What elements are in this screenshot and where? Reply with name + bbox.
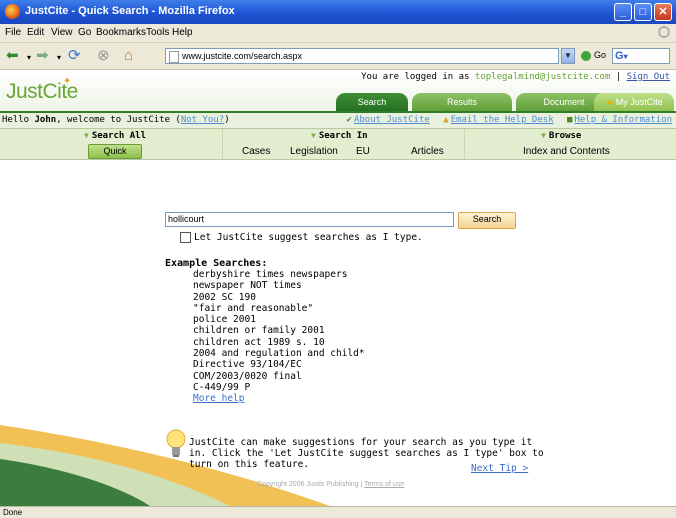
back-dropdown-icon[interactable]: ▾	[27, 49, 31, 67]
address-bar[interactable]: www.justcite.com/search.aspx	[165, 48, 559, 64]
logo-star-icon: ✦	[63, 76, 72, 87]
more-help-link[interactable]: More help	[193, 393, 365, 404]
user-name: John	[34, 115, 57, 125]
search-input[interactable]: hollicourt	[165, 212, 454, 227]
browse-heading[interactable]: ▼ Browse	[541, 131, 581, 141]
firefox-icon	[5, 4, 20, 19]
search-all-heading[interactable]: ▼ Search All	[84, 131, 146, 141]
example-searches-list: derbyshire times newspapers newspaper NO…	[193, 269, 365, 405]
minimize-button[interactable]: _	[614, 3, 632, 21]
search-all-column: ▼ Search All Quick	[0, 129, 223, 159]
example-item: newspaper NOT times	[193, 280, 302, 292]
close-button[interactable]: ✕	[654, 3, 672, 21]
menu-view[interactable]: View	[51, 27, 73, 38]
menu-file[interactable]: File	[5, 27, 21, 38]
example-item: 2004 and regulation and child*	[193, 348, 365, 360]
home-icon[interactable]: ⌂	[124, 47, 133, 65]
example-item: 2002 SC 190	[193, 291, 256, 303]
tab-my-justcite-label: My JustCite	[615, 97, 663, 107]
welcome-bar: Hello John, welcome to JustCite (Not You…	[0, 113, 676, 129]
logged-prefix: You are logged in as	[361, 72, 475, 82]
status-bar: Done	[0, 506, 676, 518]
star-icon: ★	[605, 97, 614, 107]
example-searches-heading: Example Searches:	[165, 258, 268, 269]
example-item: C-449/99 P	[193, 381, 251, 393]
example-item: "fair and reasonable"	[193, 302, 314, 314]
back-arrow-icon[interactable]: ⬅	[6, 47, 19, 65]
example-item: children act 1989 s. 10	[193, 336, 325, 348]
window-title-bar[interactable]: JustCite - Quick Search - Mozilla Firefo…	[0, 0, 676, 24]
address-dropdown-icon[interactable]: ▼	[561, 48, 575, 64]
copyright-text: Copyright 2006 Justis Publishing | Terms…	[257, 481, 405, 488]
forward-dropdown-icon[interactable]: ▾	[57, 49, 61, 67]
menu-item-cases[interactable]: Cases	[242, 146, 270, 157]
status-text: Done	[3, 508, 23, 517]
menu-bookmarks[interactable]: Bookmarks	[96, 27, 146, 38]
page-icon	[169, 51, 179, 63]
menu-tools[interactable]: Tools	[146, 27, 169, 38]
search-button[interactable]: Search	[458, 212, 516, 229]
search-menu: ▼ Search All Quick ▼ Search In Cases Legis…	[0, 129, 676, 160]
navigation-toolbar: ⬅ ▾ ➡ ▾ ⟳ ⊗ ⌂ www.justcite.com/search.as…	[0, 43, 676, 70]
quick-search-button[interactable]: Quick	[88, 144, 142, 159]
terms-of-use-link[interactable]: Terms of use	[364, 481, 404, 488]
menu-item-index-contents[interactable]: Index and Contents	[523, 146, 610, 157]
login-status: You are logged in as toplegalmind@justci…	[361, 72, 670, 82]
suggest-checkbox[interactable]	[180, 232, 191, 243]
example-item: COM/2003/0020 final	[193, 370, 302, 382]
forward-arrow-icon[interactable]: ➡	[36, 47, 49, 65]
search-in-column: ▼ Search In Cases Legislation EU Articles	[223, 129, 465, 159]
tab-search[interactable]: Search	[336, 93, 408, 112]
menu-item-articles[interactable]: Articles	[411, 146, 444, 157]
sign-out-link[interactable]: Sign Out	[627, 72, 670, 82]
about-icon: ✔	[346, 115, 352, 125]
go-label: Go	[594, 50, 607, 60]
search-in-heading[interactable]: ▼ Search In	[311, 131, 368, 141]
email-help-link[interactable]: Email the Help Desk	[451, 115, 554, 125]
menu-go[interactable]: Go	[78, 27, 91, 38]
reload-icon[interactable]: ⟳	[68, 47, 81, 65]
go-icon	[581, 50, 591, 61]
window-title: JustCite - Quick Search - Mozilla Firefo…	[25, 5, 235, 17]
triangle-down-icon: ▼	[84, 131, 89, 140]
user-email: toplegalmind@justcite.com	[474, 72, 611, 82]
browse-column: ▼ Browse Index and Contents	[465, 129, 676, 159]
menu-item-legislation[interactable]: Legislation	[290, 146, 338, 157]
go-button[interactable]: Go	[581, 50, 606, 61]
next-tip-link[interactable]: Next Tip >	[471, 463, 528, 474]
triangle-down-icon: ▼	[311, 131, 316, 140]
example-item: Directive 93/104/EC	[193, 359, 302, 371]
menu-edit[interactable]: Edit	[27, 27, 44, 38]
menu-item-eu[interactable]: EU	[356, 146, 370, 157]
address-url: www.justcite.com/search.aspx	[182, 51, 303, 61]
email-help-icon: ▲	[443, 115, 449, 125]
throbber-icon	[658, 26, 670, 38]
tab-results[interactable]: Results	[412, 93, 512, 112]
lightbulb-icon	[166, 429, 186, 457]
help-icon: ■	[567, 115, 573, 125]
google-search-box[interactable]: G▾	[612, 48, 670, 64]
example-item: children or family 2001	[193, 325, 325, 337]
welcome-close: )	[224, 115, 230, 125]
example-item: police 2001	[193, 314, 256, 326]
suggest-checkbox-label: Let JustCite suggest searches as I type.	[194, 232, 423, 243]
about-link[interactable]: About JustCite	[354, 115, 430, 125]
tab-my-justcite[interactable]: ★ My JustCite	[594, 93, 674, 112]
welcome-prefix: Hello	[2, 115, 35, 125]
example-item: derbyshire times newspapers	[193, 269, 348, 280]
not-you-link[interactable]: Not You?	[181, 115, 224, 125]
stop-icon[interactable]: ⊗	[97, 47, 110, 65]
maximize-button[interactable]: □	[634, 3, 652, 21]
menu-bar: File Edit View Go Bookmarks Tools Help	[0, 24, 676, 43]
triangle-down-icon: ▼	[541, 131, 546, 140]
help-info-link[interactable]: Help & Information	[574, 115, 672, 125]
welcome-suffix: , welcome to JustCite (	[56, 115, 181, 125]
menu-help[interactable]: Help	[172, 27, 193, 38]
